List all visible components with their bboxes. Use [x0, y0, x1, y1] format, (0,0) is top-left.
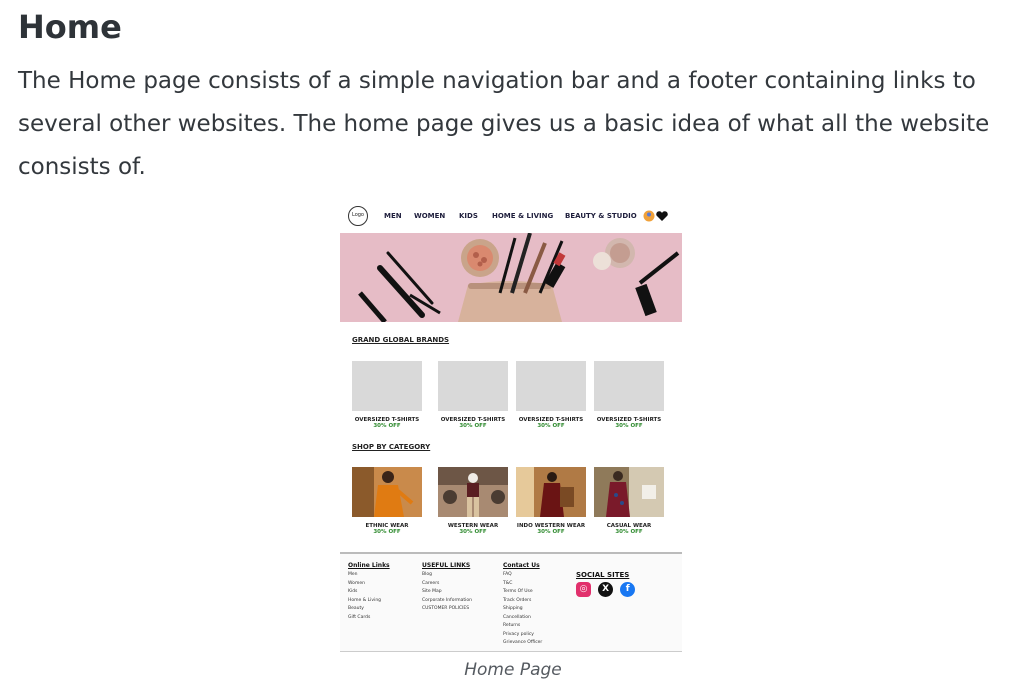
- mock-brand-placeholder: [516, 361, 586, 411]
- indo-western-wear-photo: [516, 467, 586, 517]
- page-title: Home: [18, 8, 122, 46]
- mock-footer-link: Home & Living: [348, 597, 382, 603]
- mock-category-offer: 30% OFF: [615, 529, 643, 535]
- mock-footer-online-links: Online Links Men Women Kids Home & Livin…: [348, 562, 390, 622]
- mock-brand-offer: 30% OFF: [373, 423, 401, 429]
- mock-category-card: CASUAL WEAR 30% OFF: [593, 467, 665, 535]
- mock-footer-link: Site Map: [422, 589, 442, 594]
- mock-footer-link: Grievance Officer: [503, 640, 543, 645]
- instagram-icon: ◎: [576, 582, 591, 597]
- mock-footer-link: Terms Of Use: [503, 589, 533, 594]
- mock-brand-card: OVERSIZED T-SHIRTS 30% OFF: [437, 361, 509, 429]
- mock-brands-heading: GRAND GLOBAL BRANDS: [352, 336, 450, 344]
- mock-category-offer: 30% OFF: [373, 529, 401, 535]
- mock-category-card: INDO WESTERN WEAR 30% OFF: [515, 467, 587, 535]
- mock-footer-contact-us: Contact Us FAQ T&C Terms Of Use Track Or…: [503, 562, 542, 648]
- mock-brand-offer: 30% OFF: [537, 423, 565, 429]
- mock-nav-kids: KIDS: [459, 212, 478, 220]
- mock-footer-link: Returns: [503, 623, 521, 628]
- home-page-screenshot: Logo MEN WOMEN KIDS HOME & LIVING BEAUTY…: [340, 200, 682, 652]
- figure-caption: Home Page: [464, 660, 562, 680]
- mock-footer-link: Corporate Information: [422, 597, 472, 603]
- mock-footer-link: FAQ: [503, 572, 512, 577]
- mock-footer-link: Cancellation: [503, 614, 531, 620]
- mock-footer-useful-links: USEFUL LINKS Blog Careers Site Map Corpo…: [422, 562, 472, 614]
- mock-footer: Online Links Men Women Kids Home & Livin…: [340, 552, 682, 652]
- mock-profile-wishlist-icons: [643, 209, 671, 226]
- mock-navbar: Logo MEN WOMEN KIDS HOME & LIVING BEAUTY…: [340, 200, 682, 233]
- mock-footer-link: Kids: [348, 589, 358, 594]
- mock-brand-card: OVERSIZED T-SHIRTS 30% OFF: [515, 361, 587, 429]
- mock-footer-link: Men: [348, 572, 358, 577]
- mock-logo: Logo: [348, 206, 368, 226]
- mock-nav-men: MEN: [384, 212, 402, 220]
- mock-brand-card: OVERSIZED T-SHIRTS 30% OFF: [593, 361, 665, 429]
- mock-nav-home-living: HOME & LIVING: [492, 212, 554, 220]
- mock-hero-banner: [340, 233, 682, 322]
- mock-brand-placeholder: [352, 361, 422, 411]
- mock-footer-heading: USEFUL LINKS: [422, 562, 471, 569]
- mock-footer-link: Women: [348, 580, 365, 586]
- western-wear-photo: [438, 467, 508, 517]
- mock-brand-offer: 30% OFF: [459, 423, 487, 429]
- mock-brand-placeholder: [594, 361, 664, 411]
- mock-footer-link: Privacy policy: [503, 631, 534, 637]
- mock-category-card: WESTERN WEAR 30% OFF: [437, 467, 509, 535]
- profile-heart-icon: [643, 210, 668, 222]
- description-paragraph: The Home page consists of a simple navig…: [18, 68, 990, 180]
- mock-footer-link: Beauty: [348, 606, 364, 611]
- ethnic-wear-photo: [352, 467, 422, 517]
- mock-footer-link: Gift Cards: [348, 614, 371, 620]
- makeup-banner-image: [340, 233, 682, 322]
- mock-footer-link: Careers: [422, 580, 440, 586]
- mock-footer-link: Blog: [422, 572, 432, 577]
- x-icon: X: [598, 582, 614, 597]
- mock-nav-beauty-studio: BEAUTY & STUDIO: [565, 212, 637, 220]
- mock-footer-link: T&C: [503, 580, 513, 586]
- mock-social-heading: SOCIAL SITES: [576, 571, 630, 579]
- mock-social-icons: ◎ X f: [576, 582, 637, 601]
- mock-category-offer: 30% OFF: [459, 529, 487, 535]
- casual-wear-photo: [594, 467, 664, 517]
- mock-category-offer: 30% OFF: [537, 529, 565, 535]
- mock-nav-women: WOMEN: [414, 212, 446, 220]
- mock-brand-card: OVERSIZED T-SHIRTS 30% OFF: [351, 361, 423, 429]
- mock-footer-heading: Contact Us: [503, 562, 540, 569]
- mock-brand-placeholder: [438, 361, 508, 411]
- mock-category-heading: SHOP BY CATEGORY: [352, 443, 431, 451]
- mock-category-card: ETHNIC WEAR 30% OFF: [351, 467, 423, 535]
- mock-footer-heading: Online Links: [348, 562, 390, 569]
- facebook-icon: f: [620, 582, 636, 597]
- mock-footer-link: CUSTOMER POLICIES: [422, 606, 470, 611]
- mock-footer-link: Shipping: [503, 606, 523, 611]
- mock-footer-link: Track Orders: [503, 597, 532, 603]
- mock-brand-offer: 30% OFF: [615, 423, 643, 429]
